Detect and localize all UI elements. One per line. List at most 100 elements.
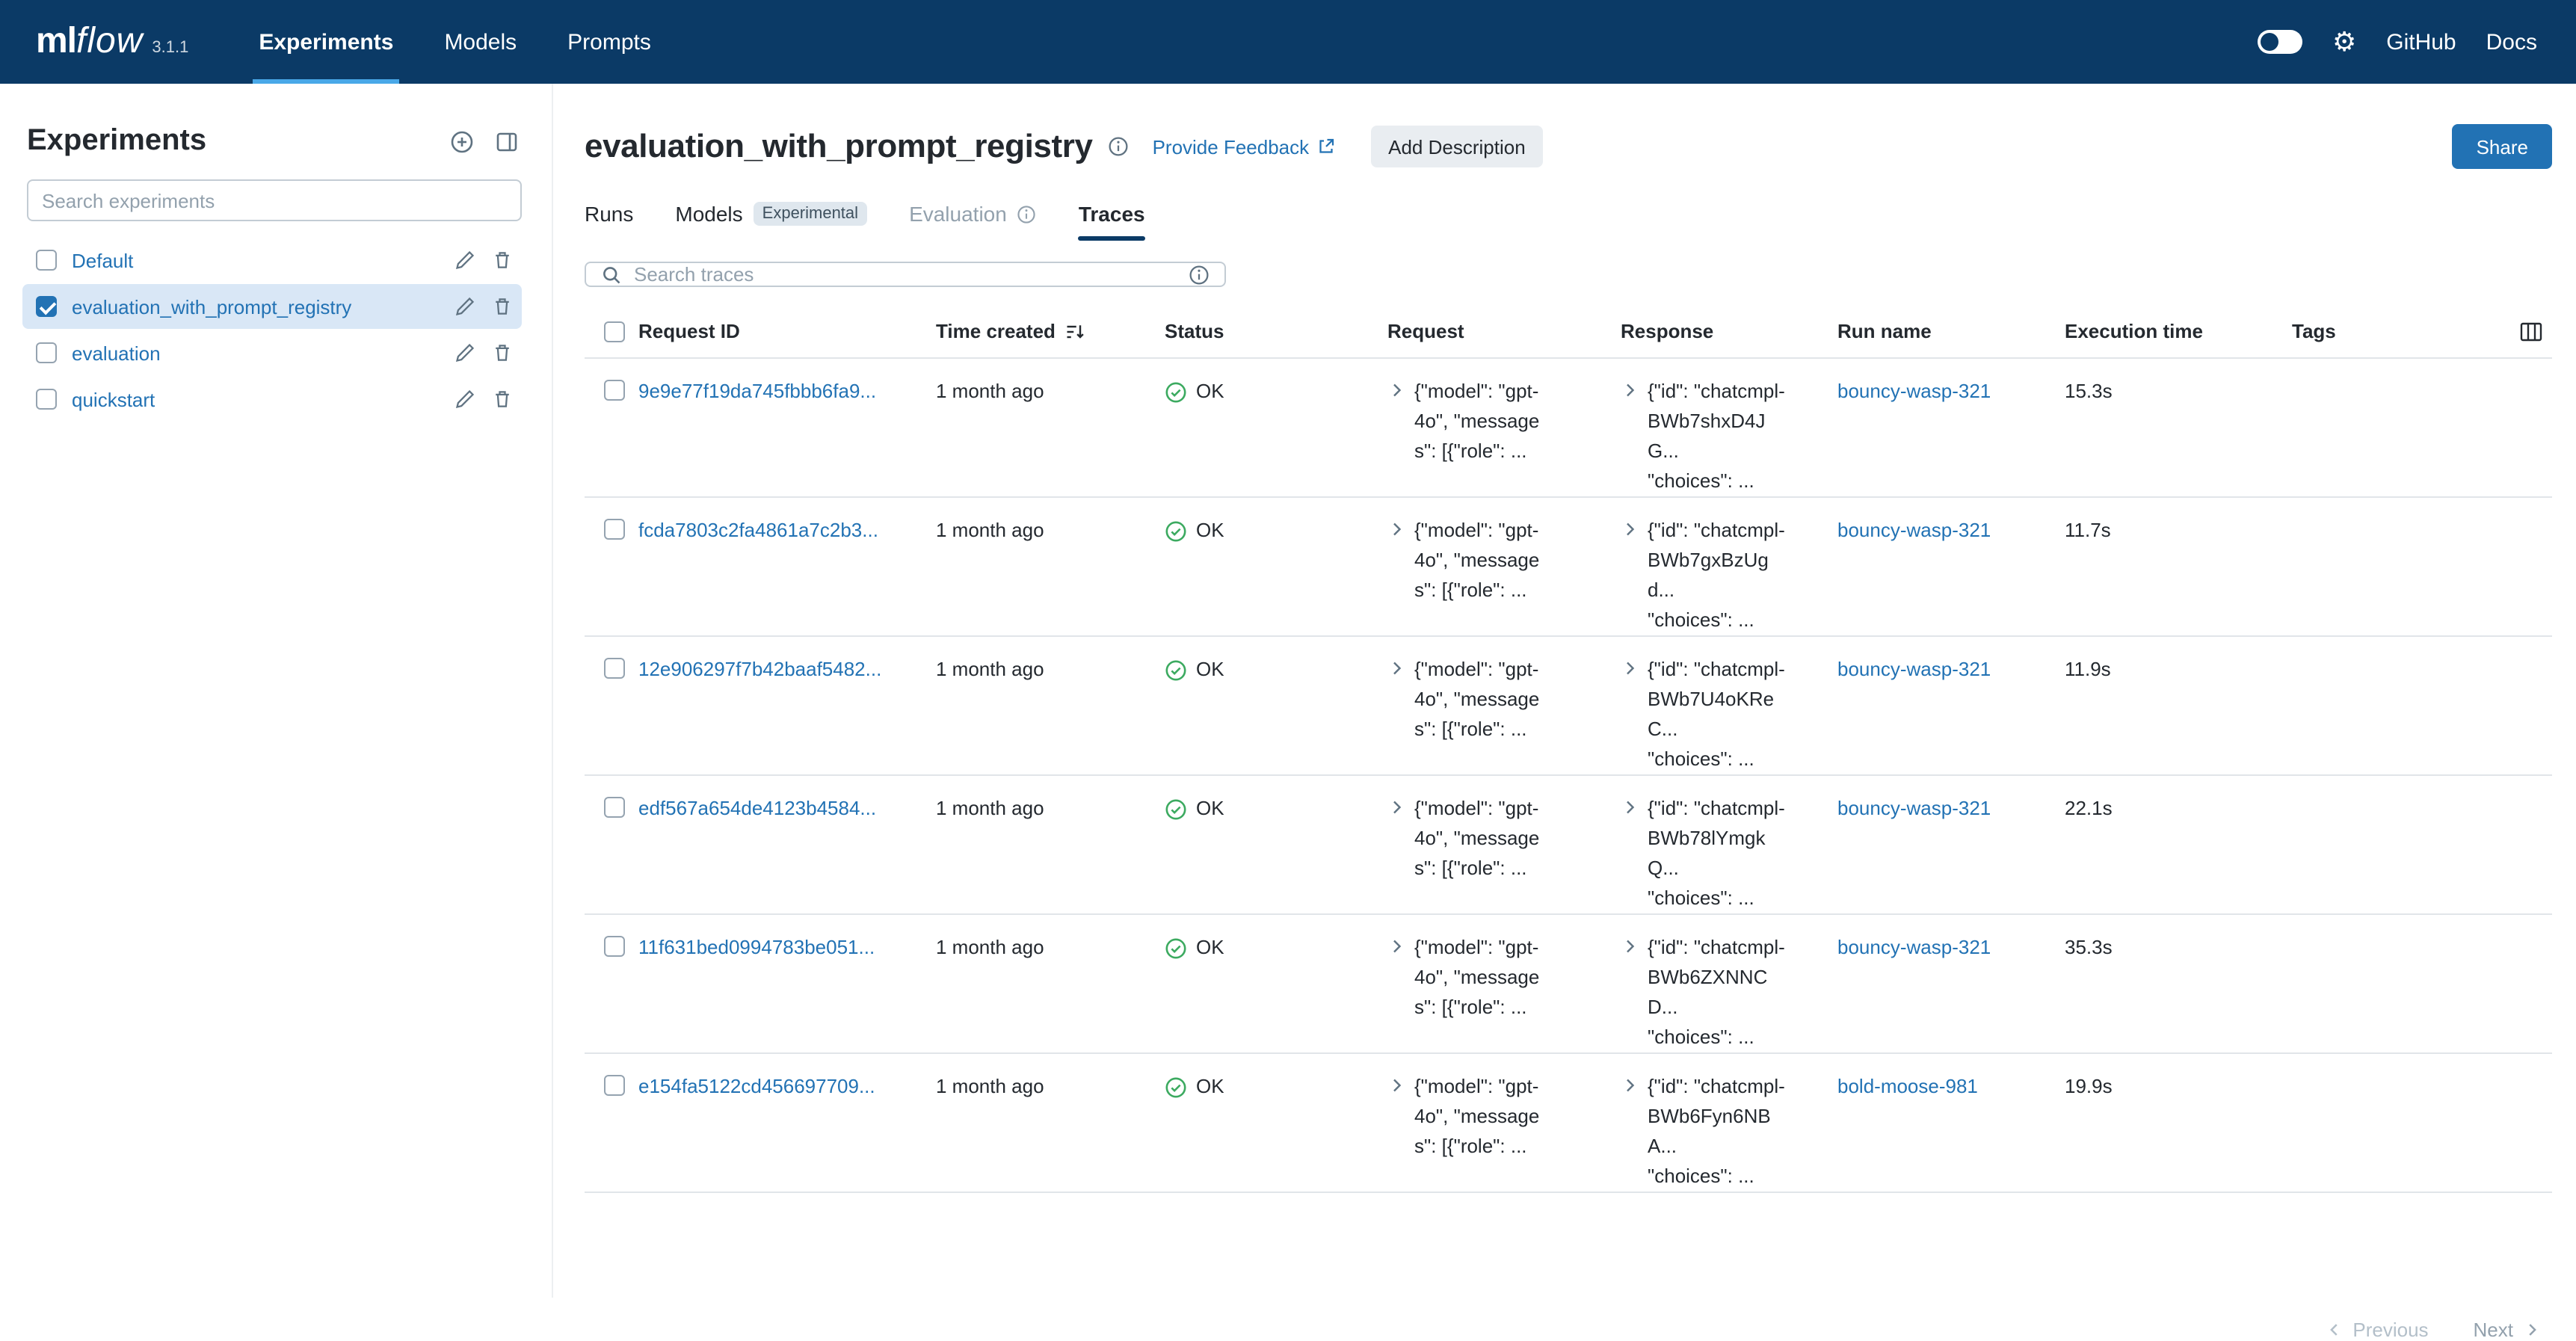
experiment-link[interactable]: evaluation_with_prompt_registry [72,295,443,318]
trace-checkbox[interactable] [604,519,625,540]
run-name-link[interactable]: bouncy-wasp-321 [1837,794,2050,824]
column-header-tags: Tags [2292,320,2492,342]
experiment-row-actions [455,296,513,317]
previous-page-button[interactable]: Previous [2326,1319,2428,1341]
status-ok-icon [1165,798,1187,820]
docs-link[interactable]: Docs [2486,29,2537,55]
trace-checkbox[interactable] [604,936,625,957]
trace-checkbox[interactable] [604,1075,625,1096]
edit-experiment-icon[interactable] [455,250,475,271]
tab-models[interactable]: Models Experimental [675,196,867,241]
response-preview: {"id": "chatcmpl-BWb6ZXNNCD..."choices":… [1648,933,1787,1052]
top-navbar: mlflow 3.1.1 Experiments Models Prompts … [0,0,2576,84]
delete-experiment-icon[interactable] [492,342,513,363]
column-header-run-name: Run name [1837,320,2065,342]
time-created-cell: 1 month ago [936,516,1165,546]
expand-request-icon[interactable] [1387,659,1405,745]
trace-row: e154fa5122cd456697709... 1 month ago OK … [585,1054,2552,1193]
status-badge: OK [1165,516,1372,546]
version-label: 3.1.1 [152,39,188,57]
nav-experiments[interactable]: Experiments [233,0,419,84]
experiment-link[interactable]: Default [72,249,443,271]
execution-time-cell: 22.1s [2065,794,2292,824]
experiment-checkbox[interactable] [36,250,57,271]
expand-response-icon[interactable] [1621,381,1639,496]
response-preview: {"id": "chatcmpl-BWb6Fyn6NBA..."choices"… [1648,1072,1787,1192]
request-id-link[interactable]: e154fa5122cd456697709... [638,1072,921,1102]
github-link[interactable]: GitHub [2386,29,2456,55]
run-name-link[interactable]: bouncy-wasp-321 [1837,933,2050,963]
evaluation-info-icon [1017,204,1037,223]
collapse-sidebar-icon[interactable] [495,129,519,153]
provide-feedback-link[interactable]: Provide Feedback [1153,135,1335,158]
run-name-link[interactable]: bouncy-wasp-321 [1837,377,2050,407]
experiment-checkbox[interactable] [36,389,57,410]
run-name-link[interactable]: bold-moose-981 [1837,1072,2050,1102]
run-name-link[interactable]: bouncy-wasp-321 [1837,655,2050,685]
traces-search-input[interactable] [634,263,1177,286]
search-info-icon[interactable] [1189,264,1210,285]
expand-response-icon[interactable] [1621,659,1639,774]
time-created-cell: 1 month ago [936,1072,1165,1102]
experiment-link[interactable]: evaluation [72,342,443,364]
delete-experiment-icon[interactable] [492,250,513,271]
expand-request-icon[interactable] [1387,381,1405,466]
tab-traces[interactable]: Traces [1079,196,1145,241]
experiment-row-actions [455,250,513,271]
status-ok-icon [1165,380,1187,403]
request-id-link[interactable]: edf567a654de4123b4584... [638,794,921,824]
expand-request-icon[interactable] [1387,1076,1405,1162]
experiment-checkbox[interactable] [36,342,57,363]
expand-response-icon[interactable] [1621,520,1639,635]
delete-experiment-icon[interactable] [492,389,513,410]
share-button[interactable]: Share [2453,124,2552,169]
theme-toggle-switch[interactable] [2258,30,2302,54]
select-all-checkbox[interactable] [604,321,625,342]
add-description-button[interactable]: Add Description [1370,126,1544,167]
expand-request-icon[interactable] [1387,520,1405,605]
trace-checkbox[interactable] [604,797,625,818]
request-id-link[interactable]: 11f631bed0994783be051... [638,933,921,963]
delete-experiment-icon[interactable] [492,296,513,317]
trace-row: 11f631bed0994783be051... 1 month ago OK … [585,915,2552,1054]
experiment-info-icon[interactable] [1108,136,1129,157]
column-header-time-created[interactable]: Time created [936,320,1165,342]
request-id-link[interactable]: 12e906297f7b42baaf5482... [638,655,921,685]
column-settings-icon[interactable] [2519,319,2543,343]
settings-gear-icon[interactable]: ⚙ [2332,28,2356,55]
expand-response-icon[interactable] [1621,937,1639,1052]
request-id-link[interactable]: fcda7803c2fa4861a7c2b3... [638,516,921,546]
experiment-checkbox[interactable] [36,296,57,317]
mlflow-logo[interactable]: mlflow 3.1.1 [36,21,188,63]
request-id-link[interactable]: 9e9e77f19da745fbbb6fa9... [638,377,921,407]
create-experiment-icon[interactable] [450,129,474,153]
expand-request-icon[interactable] [1387,798,1405,884]
trace-checkbox[interactable] [604,380,625,401]
experiment-list-item[interactable]: evaluation_with_prompt_registry [22,284,522,329]
next-page-button[interactable]: Next [2474,1319,2540,1341]
traces-table-header: Request ID Time created Status Request R… [585,305,2552,359]
experiment-link[interactable]: quickstart [72,388,443,410]
expand-response-icon[interactable] [1621,1076,1639,1192]
edit-experiment-icon[interactable] [455,296,475,317]
chevron-right-icon [2524,1322,2540,1338]
nav-prompts[interactable]: Prompts [542,0,677,84]
column-header-execution-time: Execution time [2065,320,2292,342]
tab-evaluation[interactable]: Evaluation [909,196,1037,241]
experiment-list-item[interactable]: quickstart [22,377,522,422]
column-header-response: Response [1621,320,1837,342]
experiment-list-item[interactable]: Default [22,238,522,283]
tab-runs[interactable]: Runs [585,196,633,241]
expand-request-icon[interactable] [1387,937,1405,1023]
experiment-list-item[interactable]: evaluation [22,330,522,375]
run-name-link[interactable]: bouncy-wasp-321 [1837,516,2050,546]
trace-checkbox[interactable] [604,658,625,679]
edit-experiment-icon[interactable] [455,389,475,410]
status-badge: OK [1165,655,1372,685]
experiments-search-input[interactable] [42,189,507,212]
experiment-tabs: Runs Models Experimental Evaluation Trac… [585,196,2552,241]
expand-response-icon[interactable] [1621,798,1639,913]
nav-models[interactable]: Models [419,0,542,84]
experiments-search-box [27,179,522,221]
edit-experiment-icon[interactable] [455,342,475,363]
